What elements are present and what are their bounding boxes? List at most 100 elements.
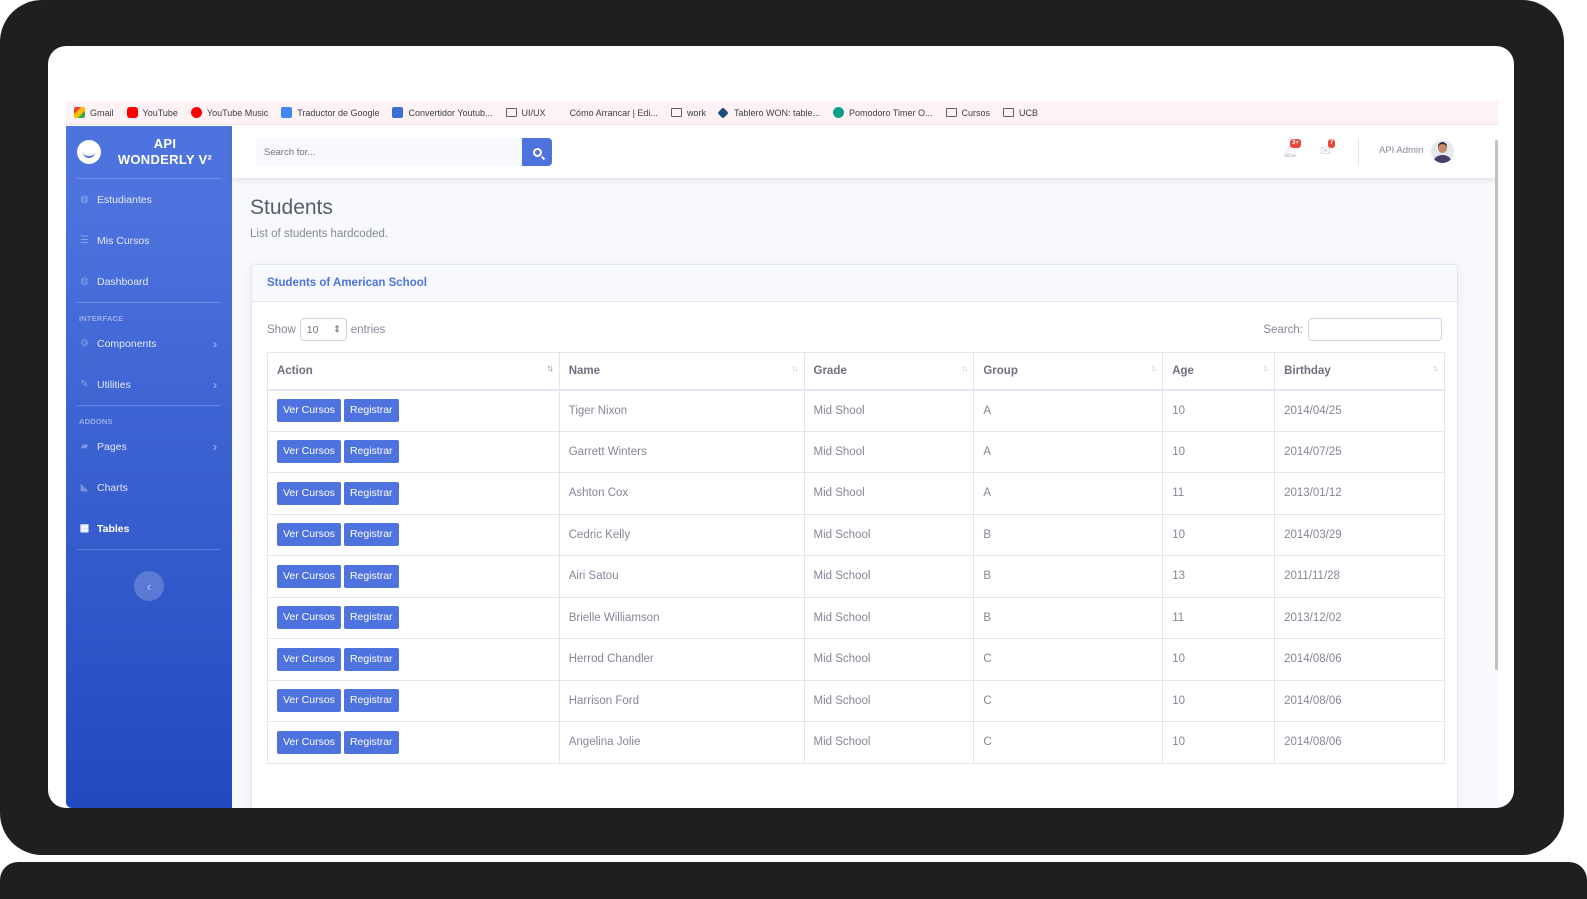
bookmark-item[interactable]: Convertidor Youtub...: [392, 107, 493, 118]
search-input[interactable]: [256, 138, 522, 166]
bookmark-item[interactable]: work: [670, 107, 706, 118]
youtube-icon: [126, 107, 138, 118]
cell-name: Brielle Williamson: [558, 596, 805, 639]
page-scrollbar[interactable]: [1495, 140, 1498, 670]
registrar-button[interactable]: Registrar: [343, 564, 399, 588]
sidebar-item-tables[interactable]: ▦ Tables: [66, 508, 232, 549]
bookmark-label: YouTube Music: [206, 107, 269, 118]
alerts-badge: 3+: [1290, 139, 1301, 148]
registrar-button[interactable]: Registrar: [343, 523, 399, 547]
alerts-button[interactable]: 🔔︎ 3+: [1282, 139, 1301, 158]
bookmark-label: UCB: [1019, 107, 1039, 118]
registrar-button[interactable]: Registrar: [343, 730, 399, 754]
registrar-button[interactable]: Registrar: [343, 606, 399, 630]
cell-birthday: 2014/04/25: [1274, 389, 1445, 432]
action-cell: Ver Cursos Registrar: [267, 555, 560, 598]
entries-select[interactable]: 10: [299, 318, 347, 341]
bookmark-item[interactable]: UI/UX: [505, 108, 546, 118]
sidebar-item-dashboard[interactable]: ◍ Dashboard: [66, 261, 232, 302]
bookmark-label: Tablero WON: table...: [733, 107, 820, 118]
gmail-icon: [74, 107, 85, 118]
bookmark-item[interactable]: Cursos: [945, 107, 991, 118]
bookmark-label: Cursos: [961, 107, 991, 118]
folder-icon: [505, 108, 517, 117]
search-button[interactable]: [522, 138, 552, 166]
converter-icon: [392, 107, 404, 118]
bookmark-item[interactable]: YouTube Music: [190, 107, 269, 118]
column-header-grade[interactable]: Grade ↑↓: [803, 352, 975, 391]
cell-grade: Mid School: [803, 679, 975, 722]
screen: Gmail YouTube YouTube Music Traductor de Go…: [48, 46, 1514, 808]
column-header-birthday[interactable]: Birthday ↑↓: [1274, 352, 1445, 391]
ver-cursos-button[interactable]: Ver Cursos: [277, 564, 341, 588]
cell-birthday: 2013/12/02: [1274, 596, 1445, 639]
ver-cursos-button[interactable]: Ver Cursos: [277, 647, 341, 671]
chevron-right-icon: ›: [213, 336, 217, 351]
ver-cursos-button[interactable]: Ver Cursos: [277, 523, 341, 547]
column-header-name[interactable]: Name ↑↓: [558, 352, 805, 391]
ver-cursos-button[interactable]: Ver Cursos: [277, 440, 341, 464]
translate-icon: [281, 107, 293, 118]
action-cell: Ver Cursos Registrar: [267, 389, 560, 432]
column-header-label: Birthday: [1284, 364, 1331, 377]
table-search-input[interactable]: [1308, 318, 1442, 341]
card-title: Students of American School: [252, 265, 1457, 302]
bookmark-item[interactable]: Tablero WON: table...: [717, 106, 820, 119]
sidebar-item-label: Pages: [97, 440, 127, 453]
ver-cursos-button[interactable]: Ver Cursos: [277, 481, 341, 505]
ver-cursos-button[interactable]: Ver Cursos: [277, 399, 341, 422]
sidebar-brand[interactable]: API WONDERLY V²: [66, 126, 232, 178]
registrar-button[interactable]: Registrar: [343, 647, 399, 671]
cell-name: Cedric Kelly: [558, 513, 805, 556]
column-header-label: Action: [277, 364, 313, 377]
bookmark-item[interactable]: Traductor de Google: [281, 107, 379, 118]
bookmark-label: Pomodoro Timer O...: [849, 107, 933, 118]
registrar-button[interactable]: Registrar: [343, 440, 399, 464]
cell-name: Garrett Winters: [558, 430, 805, 473]
bookmark-item[interactable]: Cómo Arrancar | Edi...: [559, 107, 658, 118]
cell-grade: Mid School: [803, 596, 975, 639]
registrar-button[interactable]: Registrar: [343, 481, 399, 505]
ver-cursos-button[interactable]: Ver Cursos: [277, 730, 341, 754]
ver-cursos-button[interactable]: Ver Cursos: [277, 606, 341, 630]
action-cell: Ver Cursos Registrar: [267, 472, 560, 515]
bookmark-label: work: [686, 107, 706, 118]
cell-age: 11: [1162, 596, 1276, 639]
registrar-button[interactable]: Registrar: [343, 689, 399, 713]
sidebar-toggle-button[interactable]: ‹: [134, 571, 164, 601]
topbar-divider: [1358, 138, 1359, 166]
sidebar-item-charts[interactable]: ◣ Charts: [66, 467, 232, 508]
chart-area-icon: ◣: [80, 482, 89, 493]
cell-age: 13: [1162, 555, 1276, 598]
bookmark-item[interactable]: UCB: [1003, 108, 1038, 118]
table-icon: ▦: [79, 523, 90, 534]
sidebar-item-utilities[interactable]: ✎ Utilities ›: [66, 364, 232, 405]
bookmark-item[interactable]: YouTube: [126, 107, 178, 118]
sidebar-item-label: Utilities: [97, 378, 131, 391]
column-header-age[interactable]: Age ↑↓: [1162, 352, 1276, 391]
column-header-group[interactable]: Group ↑↓: [973, 352, 1164, 391]
ver-cursos-button[interactable]: Ver Cursos: [277, 689, 341, 713]
show-label: Show: [267, 323, 296, 336]
cell-birthday: 2014/08/06: [1274, 679, 1445, 722]
cell-birthday: 2013/01/12: [1274, 472, 1445, 515]
bookmark-item[interactable]: Gmail: [74, 107, 114, 118]
sidebar-heading-interface: INTERFACE: [79, 314, 124, 323]
cell-name: Herrod Chandler: [558, 638, 805, 681]
sort-icon: ↑↓: [1262, 363, 1269, 373]
sidebar-item-estudiantes[interactable]: ◍ Estudiantes: [66, 179, 232, 220]
column-header-action[interactable]: Action ↑↓: [267, 352, 560, 391]
registrar-button[interactable]: Registrar: [343, 399, 399, 422]
avatar[interactable]: [1431, 140, 1454, 163]
sidebar-item-mis-cursos[interactable]: ☰ Mis Cursos: [66, 220, 232, 261]
bookmark-item[interactable]: Pomodoro Timer O...: [833, 107, 933, 118]
cell-group: B: [973, 513, 1164, 556]
sort-icon: ↑↓: [546, 363, 554, 373]
sidebar-item-components[interactable]: ⚙ Components ›: [66, 323, 232, 364]
sidebar-item-pages[interactable]: ▰ Pages ›: [66, 426, 232, 467]
tachometer-icon: ◍: [80, 194, 89, 205]
user-name[interactable]: API Admin: [1379, 145, 1423, 156]
messages-button[interactable]: ✉ 7: [1320, 139, 1336, 158]
filter-label: Search:: [1263, 323, 1303, 336]
brand-name: API WONDERLY V²: [117, 136, 213, 167]
